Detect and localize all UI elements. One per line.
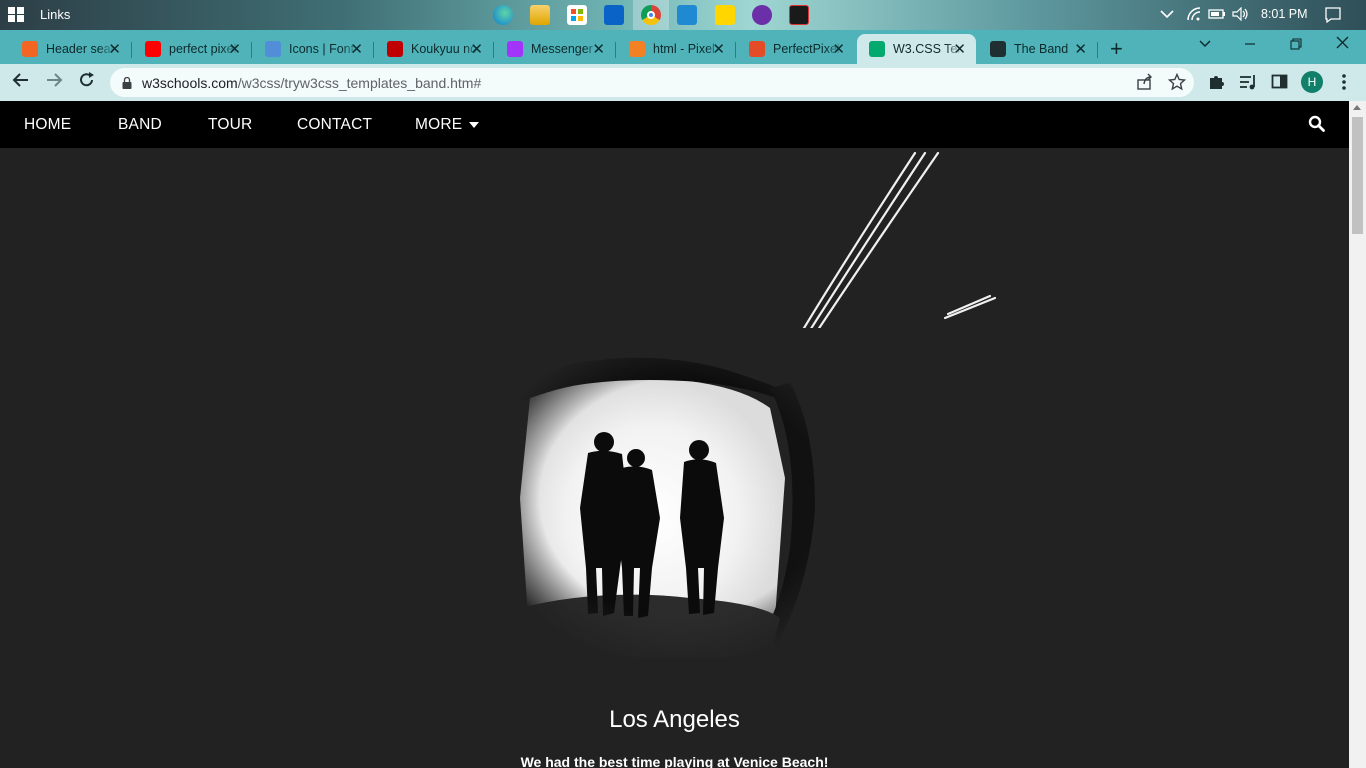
chevron-up-icon[interactable] bbox=[1160, 7, 1174, 24]
back-arrow-icon[interactable] bbox=[12, 71, 30, 95]
tab-separator bbox=[615, 42, 616, 58]
search-icon[interactable] bbox=[1308, 115, 1325, 132]
vscode-icon[interactable] bbox=[677, 5, 697, 25]
browser-tab[interactable]: html - Pixel ✕ bbox=[617, 34, 736, 64]
nav-tour[interactable]: TOUR bbox=[208, 116, 252, 134]
nav-more-label: MORE bbox=[415, 116, 463, 133]
tab-close-icon[interactable]: ✕ bbox=[832, 40, 845, 58]
url-text[interactable]: w3schools.com/w3css/tryw3css_templates_b… bbox=[142, 75, 481, 91]
tab-favicon-icon bbox=[990, 41, 1006, 57]
nav-home[interactable]: HOME bbox=[24, 116, 71, 134]
tab-title: Messenger bbox=[531, 42, 593, 56]
game-icon[interactable] bbox=[789, 5, 809, 25]
edge-icon[interactable] bbox=[493, 5, 513, 25]
tab-close-icon[interactable]: ✕ bbox=[953, 40, 966, 58]
tab-separator bbox=[735, 42, 736, 58]
tab-favicon-icon bbox=[507, 41, 523, 57]
minimize-button[interactable] bbox=[1244, 36, 1256, 54]
new-tab-button[interactable]: + bbox=[1110, 36, 1123, 62]
tab-close-icon[interactable]: ✕ bbox=[470, 40, 483, 58]
reload-icon[interactable] bbox=[78, 71, 96, 95]
nav-band[interactable]: BAND bbox=[118, 116, 162, 134]
tab-favicon-icon bbox=[629, 41, 645, 57]
slide-tagline: We had the best time playing at Venice B… bbox=[520, 754, 829, 768]
tab-favicon-icon bbox=[265, 41, 281, 57]
close-window-button[interactable] bbox=[1336, 36, 1349, 54]
tab-search-icon[interactable] bbox=[1198, 36, 1212, 55]
tab-close-icon[interactable]: ✕ bbox=[228, 40, 241, 58]
browser-tab[interactable]: Messenger ✕ bbox=[495, 34, 616, 64]
browser-tab[interactable]: Header search✕ bbox=[10, 34, 132, 64]
band-photo bbox=[480, 151, 997, 668]
media-queue-icon[interactable] bbox=[1239, 73, 1257, 96]
scrollbar-thumb[interactable] bbox=[1352, 117, 1363, 234]
browser-tab[interactable]: Koukyuu no ✕ bbox=[375, 34, 494, 64]
file-explorer-icon[interactable] bbox=[530, 5, 550, 25]
slide-city-title: Los Angeles bbox=[609, 706, 740, 733]
browser-tab[interactable]: PerfectPixel ✕ bbox=[737, 34, 855, 64]
url-host: w3schools.com bbox=[142, 75, 238, 91]
extensions-puzzle-icon[interactable] bbox=[1207, 73, 1225, 96]
tab-separator bbox=[373, 42, 374, 58]
url-path: /w3css/tryw3css_templates_band.htm# bbox=[237, 75, 482, 91]
podcast-icon[interactable] bbox=[752, 5, 772, 25]
tab-favicon-icon bbox=[387, 41, 403, 57]
chrome-icon[interactable] bbox=[641, 5, 661, 25]
notification-icon[interactable] bbox=[1324, 6, 1342, 27]
profile-avatar[interactable]: H bbox=[1301, 71, 1323, 93]
mail-icon[interactable] bbox=[604, 5, 624, 25]
tab-favicon-icon bbox=[145, 41, 161, 57]
browser-toolbar: w3schools.com/w3css/tryw3css_templates_b… bbox=[0, 64, 1366, 101]
tab-favicon-icon bbox=[869, 41, 885, 57]
tab-close-icon[interactable]: ✕ bbox=[108, 40, 121, 58]
battery-icon[interactable] bbox=[1208, 7, 1226, 24]
hero-slide: Los Angeles We had the best time playing… bbox=[0, 148, 1349, 768]
restore-button[interactable] bbox=[1290, 37, 1302, 55]
page-scrollbar[interactable] bbox=[1349, 101, 1366, 768]
tab-separator bbox=[251, 42, 252, 58]
nav-more-dropdown[interactable]: MORE bbox=[415, 116, 479, 134]
browser-tab[interactable]: W3.CSS Templates✕ bbox=[857, 34, 976, 64]
tab-favicon-icon bbox=[749, 41, 765, 57]
clock-time[interactable]: 8:01 PM bbox=[1261, 7, 1308, 21]
windows-taskbar: Links 8:01 PM bbox=[0, 0, 1366, 30]
forward-arrow-icon[interactable] bbox=[45, 71, 63, 95]
tab-close-icon[interactable]: ✕ bbox=[1074, 40, 1087, 58]
tab-separator bbox=[131, 42, 132, 58]
nav-contact[interactable]: CONTACT bbox=[297, 116, 372, 134]
taskbar-toolbar-label[interactable]: Links bbox=[40, 7, 70, 22]
store-icon[interactable] bbox=[567, 5, 587, 25]
side-panel-icon[interactable] bbox=[1271, 73, 1289, 96]
bookmark-star-icon[interactable] bbox=[1167, 72, 1187, 96]
lock-icon[interactable] bbox=[122, 76, 132, 89]
windows-start-icon[interactable] bbox=[8, 7, 25, 23]
browser-tab[interactable]: The Band ✕ bbox=[978, 34, 1098, 64]
wifi-icon[interactable] bbox=[1186, 7, 1202, 24]
browser-tab[interactable]: perfect pixel ✕ bbox=[133, 34, 252, 64]
scroll-up-arrow-icon[interactable] bbox=[1353, 105, 1361, 110]
share-icon[interactable] bbox=[1136, 73, 1154, 96]
web-page: HOME BAND TOUR CONTACT MORE Los Angeles … bbox=[0, 101, 1349, 768]
site-navbar: HOME BAND TOUR CONTACT MORE bbox=[0, 101, 1349, 148]
tab-separator bbox=[493, 42, 494, 58]
tab-separator bbox=[1097, 42, 1098, 58]
tab-close-icon[interactable]: ✕ bbox=[712, 40, 725, 58]
tab-close-icon[interactable]: ✕ bbox=[350, 40, 363, 58]
tab-title: Icons | Font bbox=[289, 42, 355, 56]
address-bar[interactable]: w3schools.com/w3css/tryw3css_templates_b… bbox=[110, 68, 1194, 97]
caret-down-icon bbox=[468, 121, 479, 128]
volume-icon[interactable] bbox=[1232, 6, 1250, 24]
tab-title: Header search bbox=[46, 42, 116, 56]
menu-dots-icon[interactable] bbox=[1341, 73, 1347, 96]
browser-tab[interactable]: Icons | Font ✕ bbox=[253, 34, 374, 64]
tab-close-icon[interactable]: ✕ bbox=[592, 40, 605, 58]
tab-favicon-icon bbox=[22, 41, 38, 57]
sticky-notes-icon[interactable] bbox=[715, 5, 735, 25]
